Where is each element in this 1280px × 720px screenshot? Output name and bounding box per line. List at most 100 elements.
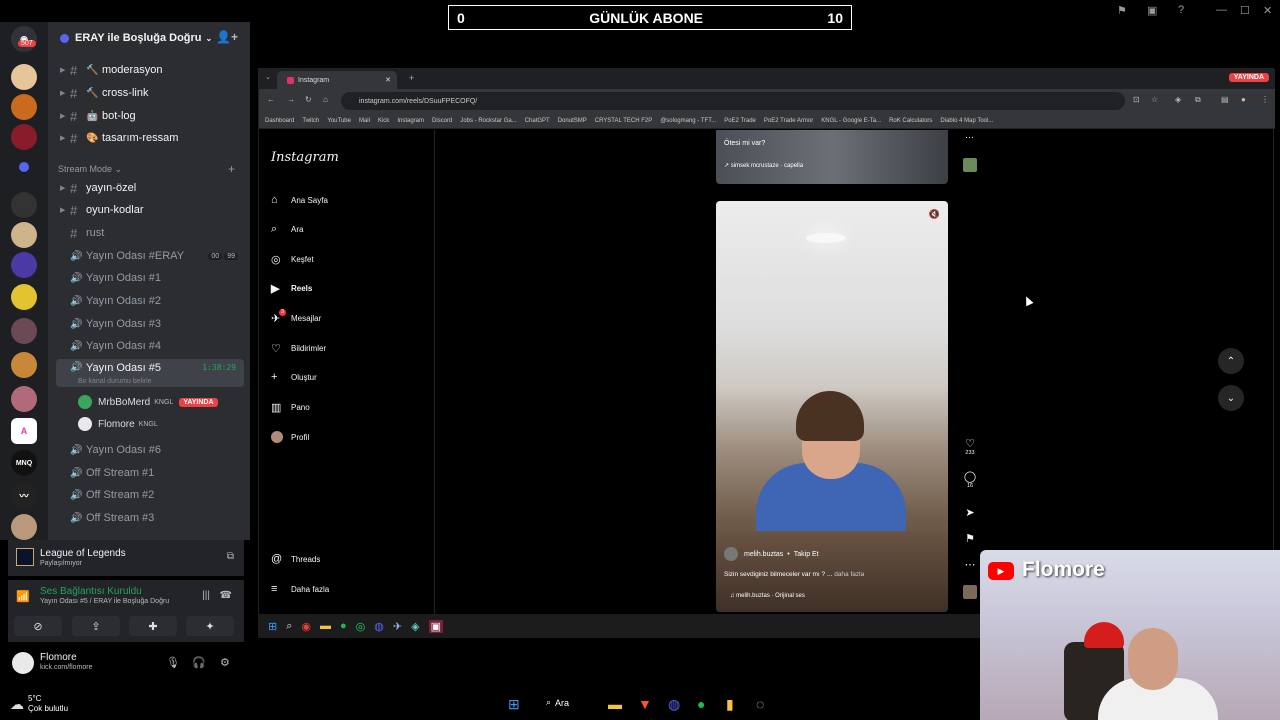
bookmark-item[interactable]: Instagram (397, 118, 424, 124)
app-icon[interactable]: ▮ (726, 696, 734, 713)
add-channel-icon[interactable]: + (228, 162, 235, 176)
voice-channel-off-3[interactable]: 🔊 Off Stream #3 (56, 508, 244, 528)
nav-profile[interactable]: Profil (271, 427, 309, 447)
channel-yayin-ozel[interactable]: ▶ # yayın-özel (56, 178, 244, 198)
channel-tasarim-ressam[interactable]: ▶ # 🎨 tasarım-ressam (56, 128, 244, 148)
comment-action[interactable]: ◯ 16 (960, 470, 980, 489)
disconnect-icon[interactable]: ☎ (220, 590, 232, 601)
close-tab-icon[interactable]: ✕ (385, 76, 391, 84)
bookmark-item[interactable]: KNGL - Google E-Ta... (821, 118, 881, 124)
voice-channel-6[interactable]: 🔊 Yayın Odası #6 (56, 440, 244, 460)
address-bar[interactable]: instagram.com/reels/DSuuFPECOFQ/ (341, 92, 1125, 110)
voice-connected-label[interactable]: Ses Bağlantısı Kuruldu (40, 586, 142, 597)
steam-icon[interactable]: ✈ (393, 620, 402, 633)
previous-reel-audio[interactable]: ↗ simsek mcrustaze · capella (724, 162, 803, 169)
folder-icon[interactable] (19, 162, 29, 172)
windows-start-icon[interactable]: ⊞ (268, 620, 277, 633)
channel-bot-log[interactable]: ▶ # 🤖 bot-log (56, 106, 244, 126)
previous-reel[interactable]: Ötesi mi var? ↗ simsek mcrustaze · capel… (716, 130, 948, 184)
inbox-icon[interactable]: ▣ (1147, 4, 1157, 17)
flag-icon[interactable]: ⚑ (1117, 4, 1127, 17)
channel-moderasyon[interactable]: ▶ # 🔨 moderasyon (56, 60, 244, 80)
tab-menu-icon[interactable]: ⌄ (265, 73, 271, 81)
share-screen-icon[interactable]: ⧉ (227, 551, 234, 562)
screen-share-button[interactable]: ⇪ (72, 616, 120, 636)
activities-button[interactable]: ✚ (129, 616, 177, 636)
whatsapp-icon[interactable]: ◎ (356, 620, 366, 633)
bookmark-item[interactable]: Mail (359, 118, 370, 124)
server-icon[interactable] (11, 318, 37, 344)
nav-explore[interactable]: ◎ Keşfet (271, 249, 314, 269)
close-icon[interactable]: ✕ (1263, 4, 1272, 17)
brave-browser-icon[interactable]: ▼ (638, 696, 652, 712)
server-icon[interactable] (11, 352, 37, 378)
bookmark-item[interactable]: Kick (378, 118, 389, 124)
bookmark-star-icon[interactable]: ☆ (1151, 95, 1158, 104)
app-icon[interactable]: ◌ (756, 696, 764, 712)
bookmark-item[interactable]: ChatGPT (525, 118, 550, 124)
voice-channel-3[interactable]: 🔊 Yayın Odası #3 (56, 314, 244, 334)
reel-audio[interactable]: ♫ melih.buztas · Orijinal ses (730, 593, 805, 599)
voice-channel-1[interactable]: 🔊 Yayın Odası #1 (56, 268, 244, 288)
server-icon[interactable] (11, 514, 37, 540)
bookmark-item[interactable]: CRYSTAL TECH F2P (595, 118, 652, 124)
next-reel-button[interactable]: ⌄ (1218, 385, 1244, 411)
channel-status-hint[interactable]: Bir kanal durumu belirle (78, 378, 152, 385)
channel-oyun-kodlar[interactable]: ▶ # oyun-kodlar (56, 200, 244, 220)
nav-create[interactable]: + Oluştur (271, 367, 317, 387)
nav-search[interactable]: ⌕ Ara (271, 219, 303, 239)
nav-reels[interactable]: ▶ Reels (271, 278, 312, 298)
channel-rust[interactable]: # rust (56, 223, 244, 243)
server-icon[interactable] (11, 284, 37, 310)
nav-messages[interactable]: ✈ 3 Mesajlar (271, 308, 321, 328)
bookmark-item[interactable]: Twitch (302, 118, 319, 124)
avatar[interactable] (12, 652, 34, 674)
bookmark-item[interactable]: Dashboard (265, 118, 294, 124)
voice-user[interactable]: Flomore KNGL (78, 415, 158, 433)
bookmark-item[interactable]: Diablo 4 Map Tool... (940, 118, 993, 124)
noise-suppression-icon[interactable]: ||| (202, 590, 210, 601)
server-icon[interactable] (11, 94, 37, 120)
spotify-icon[interactable]: ● (340, 620, 347, 632)
taskbar-search[interactable]: ⌕ Ara (546, 697, 569, 708)
gear-icon[interactable]: ⚙ (220, 656, 230, 669)
server-icon[interactable] (11, 124, 37, 150)
audio-thumbnail[interactable] (963, 585, 977, 599)
nav-threads[interactable]: @ Threads (271, 549, 320, 569)
category-stream-mode[interactable]: Stream Mode ⌄ + (58, 162, 235, 176)
minimize-icon[interactable]: — (1216, 4, 1227, 16)
discord-icon[interactable]: ◍ (374, 620, 384, 633)
extensions-icon[interactable]: ⧉ (1195, 95, 1201, 105)
folder-icon[interactable]: ▬ (320, 620, 331, 632)
invite-people-icon[interactable]: 👤+ (216, 30, 238, 44)
nav-more[interactable]: ≡ Daha fazla (271, 579, 329, 599)
voice-channel-off-2[interactable]: 🔊 Off Stream #2 (56, 485, 244, 505)
mute-icon[interactable]: 🔇 (929, 209, 940, 220)
back-icon[interactable]: ← (267, 95, 275, 104)
windows-start-icon[interactable]: ⊞ (508, 696, 520, 713)
app-icon[interactable]: ▣ (428, 619, 443, 633)
install-icon[interactable]: ⊡ (1133, 95, 1140, 104)
extension-icon[interactable]: ◈ (1175, 95, 1181, 104)
discord-home-icon[interactable]: ◉ (11, 26, 37, 52)
help-icon[interactable]: ? (1178, 4, 1184, 16)
server-icon[interactable] (11, 386, 37, 412)
voice-channel-4[interactable]: 🔊 Yayın Odası #4 (56, 336, 244, 356)
caption-more-link[interactable]: daha fazla (834, 571, 864, 578)
bookmark-item[interactable]: Discord (432, 118, 452, 124)
like-action[interactable]: ♡ 233 (960, 437, 980, 456)
activity-panel[interactable]: League of Legends Paylaşılmıyor ⧉ (8, 540, 244, 576)
nav-dashboard[interactable]: ▥ Pano (271, 397, 310, 417)
discord-icon[interactable]: ◍ (668, 696, 680, 713)
camera-off-button[interactable]: ⊘ (14, 616, 62, 636)
voice-channel-off-1[interactable]: 🔊 Off Stream #1 (56, 463, 244, 483)
bookmark-item[interactable]: PoE2 Trade Armor (764, 118, 813, 124)
new-tab-icon[interactable]: + (409, 73, 414, 83)
voice-user[interactable]: MrbBoMerd KNGL YAYINDA (78, 393, 218, 411)
home-icon[interactable]: ⌂ (323, 95, 328, 104)
weather-widget[interactable]: ☁ 5°C Çok bulutlu (10, 694, 68, 714)
bookmark-item[interactable]: PoE2 Trade (724, 118, 756, 124)
server-icon[interactable] (11, 64, 37, 90)
instagram-logo[interactable]: Instagram (271, 150, 339, 165)
bookmark-item[interactable]: Jobs - Rockstar Ga... (460, 118, 516, 124)
